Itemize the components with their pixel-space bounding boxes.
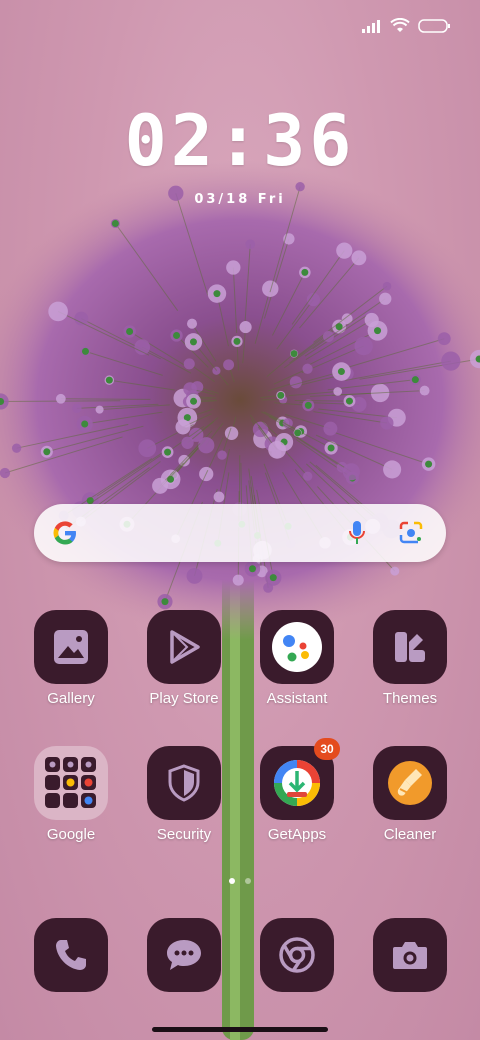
status-bar <box>362 17 450 39</box>
app-themes[interactable]: Themes <box>355 610 465 707</box>
themes-icon[interactable] <box>373 610 447 684</box>
app-play-store[interactable]: Play Store <box>129 610 239 707</box>
app-google-folder[interactable]: Google <box>16 746 126 843</box>
camera-icon[interactable] <box>373 918 447 992</box>
battery-icon <box>418 18 450 39</box>
lock-clock[interactable]: 02:36 <box>0 100 480 182</box>
wifi-icon <box>390 17 410 39</box>
app-label: Security <box>156 826 212 843</box>
microphone-icon[interactable] <box>348 520 366 551</box>
dock-messages[interactable] <box>129 918 239 992</box>
google-search-bar[interactable] <box>34 504 446 562</box>
google-g-icon[interactable] <box>50 518 80 553</box>
assistant-icon[interactable] <box>260 610 334 684</box>
app-label: Play Store <box>149 690 219 707</box>
page-indicator <box>0 878 480 884</box>
gallery-icon[interactable] <box>34 610 108 684</box>
security-icon[interactable] <box>147 746 221 820</box>
app-label: Themes <box>382 690 438 707</box>
app-label: Google <box>46 826 96 843</box>
dock-camera[interactable] <box>355 918 465 992</box>
app-label: Cleaner <box>383 826 437 843</box>
cleaner-icon[interactable] <box>373 746 447 820</box>
app-label: Assistant <box>266 690 328 707</box>
app-cleaner[interactable]: Cleaner <box>355 746 465 843</box>
google-lens-icon[interactable] <box>398 521 424 550</box>
page-dot[interactable] <box>245 878 251 884</box>
app-getapps[interactable]: 30 GetApps <box>242 738 352 843</box>
play-store-icon[interactable] <box>147 610 221 684</box>
app-assistant[interactable]: Assistant <box>242 610 352 707</box>
dock-phone[interactable] <box>16 918 126 992</box>
lock-date[interactable]: 03/18 Fri <box>0 192 480 207</box>
page-dot-active[interactable] <box>229 878 235 884</box>
getapps-icon[interactable]: 30 <box>260 738 340 820</box>
app-gallery[interactable]: Gallery <box>16 610 126 707</box>
app-label: Gallery <box>47 690 95 707</box>
home-indicator[interactable] <box>152 1027 328 1032</box>
phone-icon[interactable] <box>34 918 108 992</box>
messages-icon[interactable] <box>147 918 221 992</box>
app-label: GetApps <box>267 826 327 843</box>
chrome-icon[interactable] <box>260 918 334 992</box>
dock-chrome[interactable] <box>242 918 352 992</box>
signal-icon <box>362 19 382 38</box>
google-folder-icon[interactable] <box>34 746 108 820</box>
notification-badge: 30 <box>314 738 340 760</box>
app-security[interactable]: Security <box>129 746 239 843</box>
